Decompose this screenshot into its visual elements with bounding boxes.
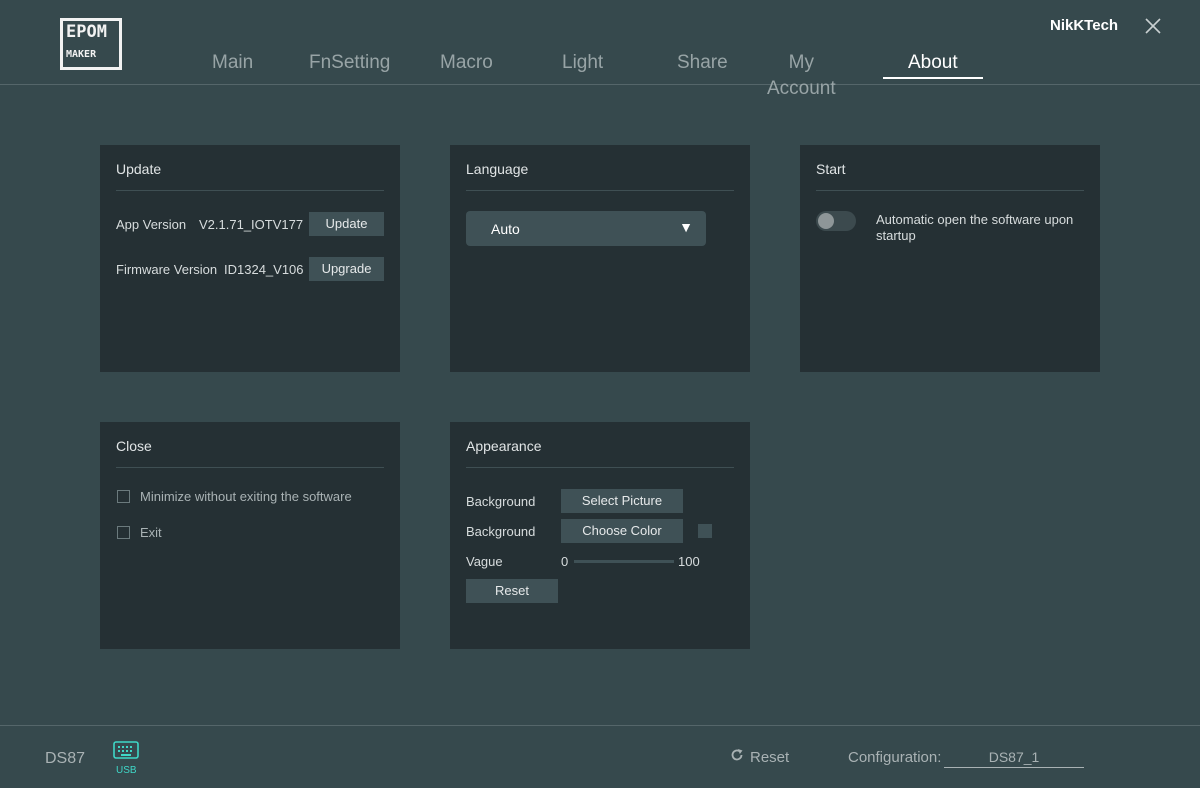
minimize-checkbox[interactable]	[117, 490, 130, 503]
select-picture-button[interactable]: Select Picture	[561, 489, 683, 513]
update-button[interactable]: Update	[309, 212, 384, 236]
language-panel-title: Language	[466, 161, 529, 177]
app-version-label: App Version	[116, 217, 187, 232]
logo-text-top: EPOM	[66, 22, 107, 42]
language-select[interactable]: Auto ▼	[466, 211, 706, 246]
background-color-label: Background	[466, 524, 536, 539]
refresh-icon	[730, 748, 746, 766]
dropdown-arrow-icon: ▼	[679, 219, 693, 235]
tab-main[interactable]: Main	[212, 50, 253, 76]
tab-share[interactable]: Share	[677, 50, 728, 76]
update-panel: Update App Version V2.1.71_IOTV177 Updat…	[100, 145, 400, 372]
background-picture-label: Background	[466, 494, 536, 509]
divider	[466, 190, 734, 191]
divider	[816, 190, 1084, 191]
language-selected-value: Auto	[491, 221, 520, 237]
reset-label: Reset	[750, 749, 790, 766]
close-window-button[interactable]	[1143, 16, 1163, 36]
language-panel: Language Auto ▼	[450, 145, 750, 372]
divider	[116, 190, 384, 191]
update-panel-title: Update	[116, 161, 162, 177]
appearance-panel: Appearance Background Select Picture Bac…	[450, 422, 750, 649]
color-swatch[interactable]	[698, 524, 712, 538]
choose-color-button[interactable]: Choose Color	[561, 519, 683, 543]
divider	[116, 467, 384, 468]
tab-my-account[interactable]: My Account	[767, 50, 836, 102]
exit-checkbox[interactable]	[117, 526, 130, 539]
start-panel-title: Start	[816, 161, 846, 177]
vague-label: Vague	[466, 554, 503, 569]
firmware-version-value: ID1324_V106	[224, 262, 304, 277]
close-panel: Close Minimize without exiting the softw…	[100, 422, 400, 649]
logo-text-bottom: MAKER	[66, 49, 97, 60]
tab-fnsetting[interactable]: FnSetting	[309, 50, 390, 76]
divider	[466, 467, 734, 468]
start-panel: Start Automatic open the software upon s…	[800, 145, 1100, 372]
connection-label: USB	[116, 765, 137, 776]
auto-start-label: Automatic open the software upon startup	[876, 212, 1074, 243]
auto-start-toggle[interactable]	[816, 211, 856, 231]
configuration-value[interactable]: DS87_1	[944, 749, 1084, 768]
device-name: DS87	[45, 750, 86, 767]
epomaker-logo: EPOM MAKER	[60, 18, 122, 70]
vague-min: 0	[561, 554, 569, 569]
firmware-version-label: Firmware Version	[116, 262, 218, 277]
minimize-checkbox-label: Minimize without exiting the software	[140, 489, 352, 504]
configuration-label: Configuration:	[848, 749, 942, 766]
reset-button[interactable]: Reset	[730, 748, 789, 766]
vague-slider[interactable]	[574, 560, 674, 563]
vague-max: 100	[678, 554, 700, 569]
toggle-knob	[818, 213, 834, 229]
appearance-panel-title: Appearance	[466, 438, 542, 454]
app-version-value: V2.1.71_IOTV177	[199, 217, 304, 232]
close-icon	[1145, 18, 1161, 34]
appearance-reset-button[interactable]: Reset	[466, 579, 558, 603]
header: EPOM MAKER Main FnSetting Macro Light Sh…	[0, 0, 1200, 99]
tab-about[interactable]: About	[883, 50, 983, 79]
footer: DS87 USB Reset Configuration: DS87_1	[0, 725, 1200, 788]
close-panel-title: Close	[116, 438, 152, 454]
exit-checkbox-label: Exit	[140, 525, 162, 540]
upgrade-button[interactable]: Upgrade	[309, 257, 384, 281]
tab-macro[interactable]: Macro	[440, 50, 493, 76]
username: NikKTech	[1050, 17, 1119, 34]
tab-light[interactable]: Light	[562, 50, 603, 76]
keyboard-icon[interactable]	[112, 740, 140, 762]
